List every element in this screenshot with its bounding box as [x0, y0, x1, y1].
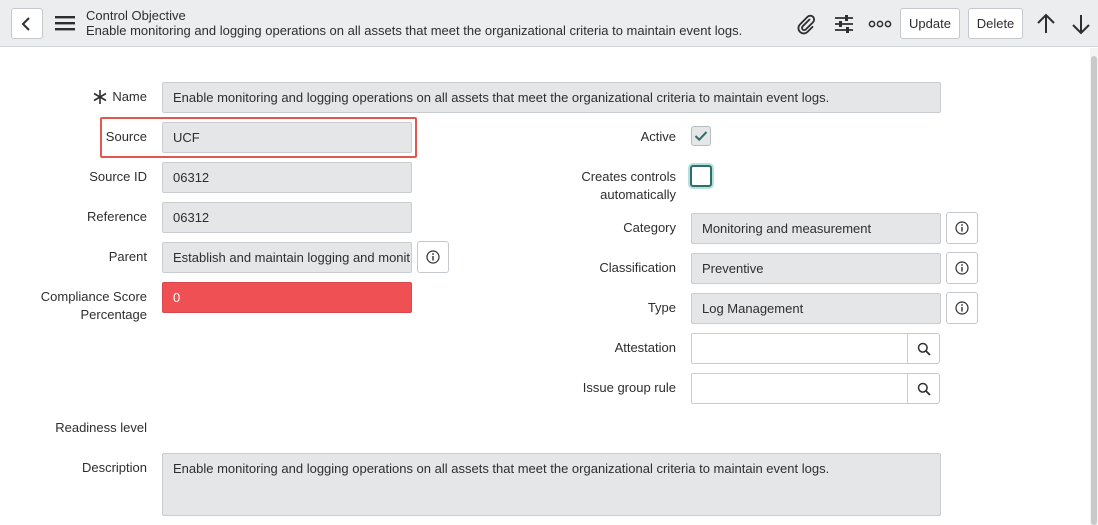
issue-group-rule-lookup-button[interactable]: [908, 373, 940, 404]
parent-label: Parent: [108, 249, 147, 264]
more-options-button[interactable]: [867, 11, 893, 37]
reference-label: Reference: [87, 209, 147, 224]
type-field[interactable]: Log Management: [691, 293, 941, 324]
issue-group-rule-label: Issue group rule: [582, 380, 676, 395]
active-checkbox[interactable]: [691, 126, 711, 146]
checkmark-icon: [694, 131, 708, 142]
parent-field[interactable]: Establish and maintain logging and monit: [162, 242, 412, 273]
update-button[interactable]: Update: [900, 8, 960, 39]
classification-label: Classification: [599, 260, 676, 275]
source-label: Source: [105, 129, 147, 144]
info-icon: [955, 301, 969, 315]
paperclip-icon: [797, 14, 816, 35]
source-id-field[interactable]: 06312: [162, 162, 412, 193]
attachment-button[interactable]: [793, 11, 819, 37]
creates-controls-label-line2: automatically: [600, 187, 676, 202]
info-icon: [955, 261, 969, 275]
compliance-score-label: Compliance Score Percentage: [30, 288, 147, 324]
description-label: Description: [81, 460, 147, 475]
active-label: Active: [640, 129, 676, 144]
type-info-button[interactable]: [946, 292, 978, 324]
compliance-score-label-line2: Percentage: [80, 307, 148, 322]
name-label: Name: [112, 89, 147, 104]
attestation-field[interactable]: [691, 333, 908, 364]
chevron-left-icon: [21, 16, 30, 31]
reference-field[interactable]: 06312: [162, 202, 412, 233]
record-title: Control Objective Enable monitoring and …: [86, 8, 742, 38]
description-field[interactable]: Enable monitoring and logging operations…: [162, 453, 941, 516]
issue-group-rule-field[interactable]: [691, 373, 908, 404]
sliders-icon: [835, 15, 853, 33]
category-info-button[interactable]: [946, 212, 978, 244]
source-id-label: Source ID: [89, 169, 147, 184]
name-field[interactable]: Enable monitoring and logging operations…: [162, 82, 941, 113]
classification-field[interactable]: Preventive: [691, 253, 941, 284]
creates-controls-checkbox[interactable]: [690, 165, 712, 187]
parent-info-button[interactable]: [417, 241, 449, 273]
classification-info-button[interactable]: [946, 252, 978, 284]
back-button[interactable]: [11, 8, 43, 39]
search-icon: [917, 342, 931, 356]
readiness-level-label: Readiness level: [55, 420, 147, 435]
record-type: Control Objective: [86, 8, 186, 23]
info-icon: [955, 221, 969, 235]
context-menu-button[interactable]: [53, 11, 77, 35]
form-header: Control Objective Enable monitoring and …: [0, 0, 1098, 47]
compliance-score-field[interactable]: 0: [162, 282, 412, 313]
type-label: Type: [647, 300, 676, 315]
personalize-form-button[interactable]: [831, 11, 857, 37]
category-label: Category: [623, 220, 676, 235]
compliance-score-label-line1: Compliance Score: [40, 289, 147, 304]
arrow-up-icon: [1037, 13, 1055, 33]
creates-controls-label: Creates controls automatically: [540, 168, 676, 204]
source-field[interactable]: UCF: [162, 122, 412, 153]
next-record-button[interactable]: [1068, 11, 1094, 37]
arrow-down-icon: [1072, 15, 1090, 35]
more-icon: [868, 20, 892, 28]
delete-button[interactable]: Delete: [968, 8, 1023, 39]
info-icon: [426, 250, 440, 264]
attestation-lookup-button[interactable]: [908, 333, 940, 364]
attestation-label: Attestation: [614, 340, 676, 355]
search-icon: [917, 382, 931, 396]
creates-controls-label-line1: Creates controls: [581, 169, 676, 184]
hamburger-icon: [55, 16, 75, 31]
category-field[interactable]: Monitoring and measurement: [691, 213, 941, 244]
scrollbar-thumb[interactable]: [1091, 56, 1097, 525]
record-name: Enable monitoring and logging operations…: [86, 23, 743, 38]
previous-record-button[interactable]: [1033, 11, 1059, 37]
